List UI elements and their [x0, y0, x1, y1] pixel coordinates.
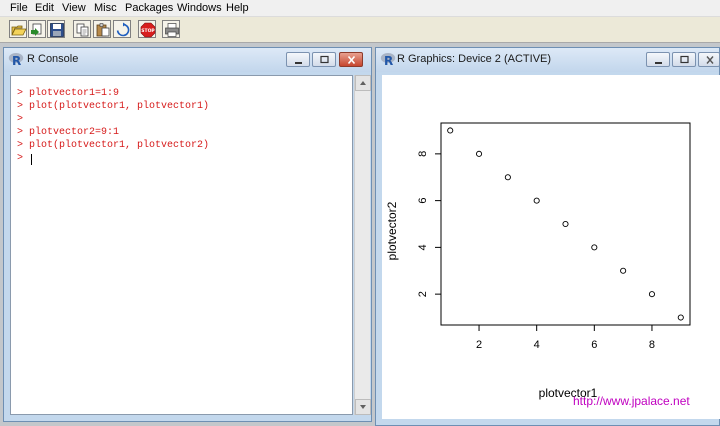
- r-logo-icon: R: [8, 53, 24, 67]
- paste-icon: [96, 23, 110, 37]
- console-line: >: [17, 153, 29, 165]
- maximize-icon: [320, 55, 329, 64]
- x-tick-label: 8: [649, 339, 655, 351]
- console-prompt: >: [17, 101, 24, 112]
- console-close-button[interactable]: [339, 52, 363, 67]
- console-prompt: >: [17, 88, 24, 99]
- console-maximize-button[interactable]: [312, 52, 336, 67]
- scroll-up-arrow[interactable]: [355, 75, 371, 91]
- copy-button[interactable]: [73, 20, 91, 38]
- watermark-url: http://www.jpalace.net: [573, 394, 690, 408]
- scatter-plot: 2468 2468 plotvector1 plotvector2: [385, 122, 691, 400]
- stop-button[interactable]: STOP: [138, 20, 156, 38]
- y-tick-label: 2: [417, 291, 429, 297]
- console-line: > plotvector2=9:1: [17, 127, 119, 139]
- console-command: plotvector2=9:1: [29, 127, 120, 138]
- y-axis-label: plotvector2: [385, 201, 399, 260]
- toolbar: STOP: [0, 17, 720, 43]
- menu-windows[interactable]: Windows: [177, 2, 222, 15]
- paste-button[interactable]: [93, 20, 111, 38]
- menu-help[interactable]: Help: [226, 2, 249, 15]
- copy-paste-button[interactable]: [113, 20, 131, 38]
- chevron-down-icon: [360, 405, 366, 409]
- scroll-down-arrow[interactable]: [355, 399, 371, 415]
- data-point: [620, 267, 627, 274]
- plot-frame: [440, 122, 691, 326]
- y-tick-label: 6: [417, 198, 429, 204]
- data-point: [475, 150, 483, 157]
- data-points: [447, 127, 684, 321]
- y-tick-label: 8: [417, 151, 429, 157]
- console-prompt: >: [17, 153, 24, 164]
- graphics-device: 2468 2468 plotvector1 plotvector2 http:/…: [382, 75, 720, 419]
- console-line: > plot(plotvector1, plotvector2): [17, 140, 209, 152]
- console-prompt: >: [17, 114, 24, 125]
- y-axis: 2 4 6 8: [417, 151, 441, 297]
- graphics-minimize-button[interactable]: [646, 52, 670, 67]
- menu-edit[interactable]: Edit: [35, 2, 54, 15]
- maximize-icon: [680, 55, 689, 64]
- text-caret: [31, 154, 32, 165]
- console-prompt: >: [17, 127, 24, 138]
- minimize-icon: [655, 62, 662, 64]
- data-point: [648, 291, 656, 298]
- save-workspace-button[interactable]: [47, 20, 65, 38]
- menu-view[interactable]: View: [62, 2, 86, 15]
- open-script-button[interactable]: [9, 20, 27, 38]
- close-icon: [347, 55, 356, 65]
- console-output[interactable]: > plotvector1=1:9 > plot(plotvector1, pl…: [10, 75, 353, 415]
- open-script-icon: [11, 25, 27, 36]
- x-tick-label: 2: [476, 339, 482, 351]
- stop-label: STOP: [141, 28, 155, 34]
- console-command: plotvector1=1:9: [29, 88, 120, 99]
- copy-paste-icon: [116, 22, 130, 37]
- console-title: R Console: [27, 53, 79, 65]
- graphics-title-bar[interactable]: R R Graphics: Device 2 (ACTIVE): [376, 48, 720, 72]
- x-axis: 2 4 6 8: [476, 325, 655, 351]
- graphics-title: R Graphics: Device 2 (ACTIVE): [397, 53, 552, 65]
- mdi-workspace: R R Console > plotvector1=1:9 > plot(plo…: [0, 43, 720, 426]
- graphics-window: R R Graphics: Device 2 (ACTIVE) 2 4 6 8 2 4 6…: [375, 47, 720, 426]
- menu-file[interactable]: File: [10, 2, 28, 15]
- chevron-up-icon: [360, 81, 366, 85]
- console-line: > plot(plotvector1, plotvector1): [17, 101, 209, 113]
- save-workspace-icon: [50, 23, 64, 37]
- console-minimize-button[interactable]: [286, 52, 310, 67]
- console-prompt: >: [17, 140, 24, 151]
- console-command: plot(plotvector1, plotvector2): [29, 140, 210, 151]
- stop-icon: STOP: [140, 22, 155, 38]
- svg-text:R: R: [384, 54, 393, 67]
- graphics-close-button[interactable]: [698, 52, 720, 67]
- data-point: [504, 174, 511, 181]
- graphics-maximize-button[interactable]: [672, 52, 696, 67]
- x-tick-label: 6: [591, 339, 597, 351]
- console-title-bar[interactable]: R R Console: [4, 48, 371, 72]
- load-workspace-icon: [31, 23, 42, 36]
- data-point: [562, 220, 569, 228]
- copy-icon: [76, 23, 89, 37]
- data-point: [677, 314, 684, 321]
- print-icon: [165, 23, 179, 37]
- menu-packages[interactable]: Packages: [125, 2, 173, 15]
- print-button[interactable]: [162, 20, 180, 38]
- data-point: [591, 244, 598, 251]
- close-icon: [706, 56, 714, 64]
- console-vertical-scrollbar[interactable]: [354, 75, 371, 415]
- console-window: R R Console > plotvector1=1:9 > plot(plo…: [3, 47, 372, 422]
- console-line: > plotvector1=1:9: [17, 88, 119, 100]
- console-line: >: [17, 114, 29, 126]
- data-point: [533, 197, 540, 204]
- y-tick-label: 4: [417, 244, 429, 250]
- load-workspace-button[interactable]: [28, 20, 46, 38]
- minimize-icon: [295, 62, 302, 64]
- menu-misc[interactable]: Misc: [94, 2, 117, 15]
- x-tick-label: 4: [534, 339, 540, 351]
- r-logo-icon: R: [380, 53, 396, 67]
- menu-bar: File Edit View Misc Packages Windows Hel…: [0, 0, 720, 17]
- data-point: [447, 127, 454, 134]
- svg-text:R: R: [12, 54, 21, 67]
- console-command: plot(plotvector1, plotvector1): [29, 101, 210, 112]
